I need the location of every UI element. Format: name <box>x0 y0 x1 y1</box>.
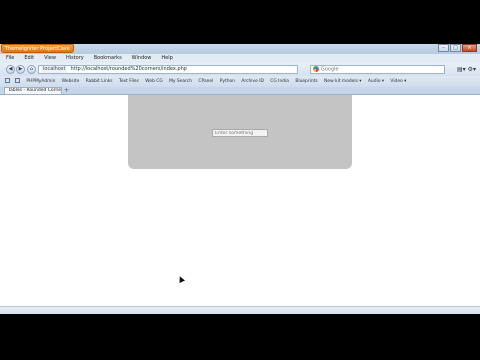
menu-edit[interactable]: Edit <box>24 55 34 61</box>
bookmark-item[interactable]: New kit models ▾ <box>324 79 361 84</box>
tools-menu-icon[interactable]: ⚙▾ <box>468 66 476 73</box>
page-menu-icon[interactable]: ▤▾ <box>457 66 466 73</box>
menu-view[interactable]: View <box>44 55 56 61</box>
bookmark-item[interactable]: Archive ID <box>241 79 264 84</box>
window-controls: – □ × <box>438 44 477 52</box>
title-bar: ThemeIgniter ProjectCave – □ × <box>0 44 480 54</box>
browser-window: ThemeIgniter ProjectCave – □ × File Edit V… <box>0 44 480 314</box>
bookmarks-toolbar: PHPMyAdmin Website Rabbit Links Text Fil… <box>0 76 480 87</box>
menu-bookmarks[interactable]: Bookmarks <box>94 55 122 61</box>
search-placeholder: Google <box>321 66 339 73</box>
navigation-toolbar: ◀ ▶ ⌂ localhost http://localhost/rounded%… <box>0 63 480 76</box>
url-text: http://localhost/rounded%20corners/index… <box>70 66 187 72</box>
mouse-cursor-icon <box>177 275 185 283</box>
bookmark-item[interactable]: Python <box>220 79 235 84</box>
demo-text-input[interactable] <box>212 129 268 137</box>
bookmark-item[interactable]: Website <box>62 79 80 84</box>
page-content <box>0 95 480 306</box>
bookmark-item[interactable]: Video ▾ <box>390 79 406 84</box>
bookmark-item[interactable]: My Search <box>169 79 192 84</box>
forward-icon[interactable]: ▶ <box>16 65 25 74</box>
back-icon[interactable]: ◀ <box>6 65 15 74</box>
reading-list-icon[interactable] <box>15 78 20 83</box>
maximize-icon[interactable]: □ <box>450 44 461 52</box>
minimize-icon[interactable]: – <box>438 44 449 52</box>
menu-help[interactable]: Help <box>161 55 172 61</box>
new-tab-icon[interactable]: + <box>64 87 69 94</box>
bookmark-item[interactable]: Audio ▾ <box>368 79 384 84</box>
site-identity-badge[interactable]: localhost <box>41 66 68 73</box>
menu-window[interactable]: Window <box>132 55 152 61</box>
bookmark-item[interactable]: CPanel <box>198 79 213 84</box>
video-frame: ThemeIgniter ProjectCave – □ × File Edit V… <box>0 0 480 360</box>
bookmark-item[interactable]: CG India <box>270 79 289 84</box>
google-icon[interactable] <box>313 66 319 72</box>
status-bar <box>0 306 480 314</box>
toolbar-extras: ▤▾ ⚙▾ <box>457 66 476 73</box>
close-icon[interactable]: × <box>462 44 477 52</box>
bookmark-item[interactable]: PHPMyAdmin <box>26 79 55 84</box>
tab-rounded-corners[interactable]: Tables - Rounded Corners <box>4 87 62 94</box>
address-bar[interactable]: localhost http://localhost/rounded%20corn… <box>38 65 298 74</box>
tab-bar: Tables - Rounded Corners + <box>0 87 480 95</box>
menu-file[interactable]: File <box>6 55 14 61</box>
search-input[interactable]: Google <box>310 65 445 74</box>
home-icon[interactable]: ⌂ <box>27 65 36 74</box>
bookmark-item[interactable]: Web CG <box>145 79 162 84</box>
app-menu-button[interactable]: ThemeIgniter ProjectCave <box>1 44 74 53</box>
menu-bar: File Edit View History Bookmarks Window Help <box>0 54 480 63</box>
menu-history[interactable]: History <box>66 55 84 61</box>
bookmark-item[interactable]: Text Files <box>119 79 139 84</box>
bookmark-item[interactable]: Blueprints <box>295 79 317 84</box>
bookmark-item[interactable]: Rabbit Links <box>86 79 113 84</box>
bookmarks-list-icon[interactable] <box>5 78 10 83</box>
